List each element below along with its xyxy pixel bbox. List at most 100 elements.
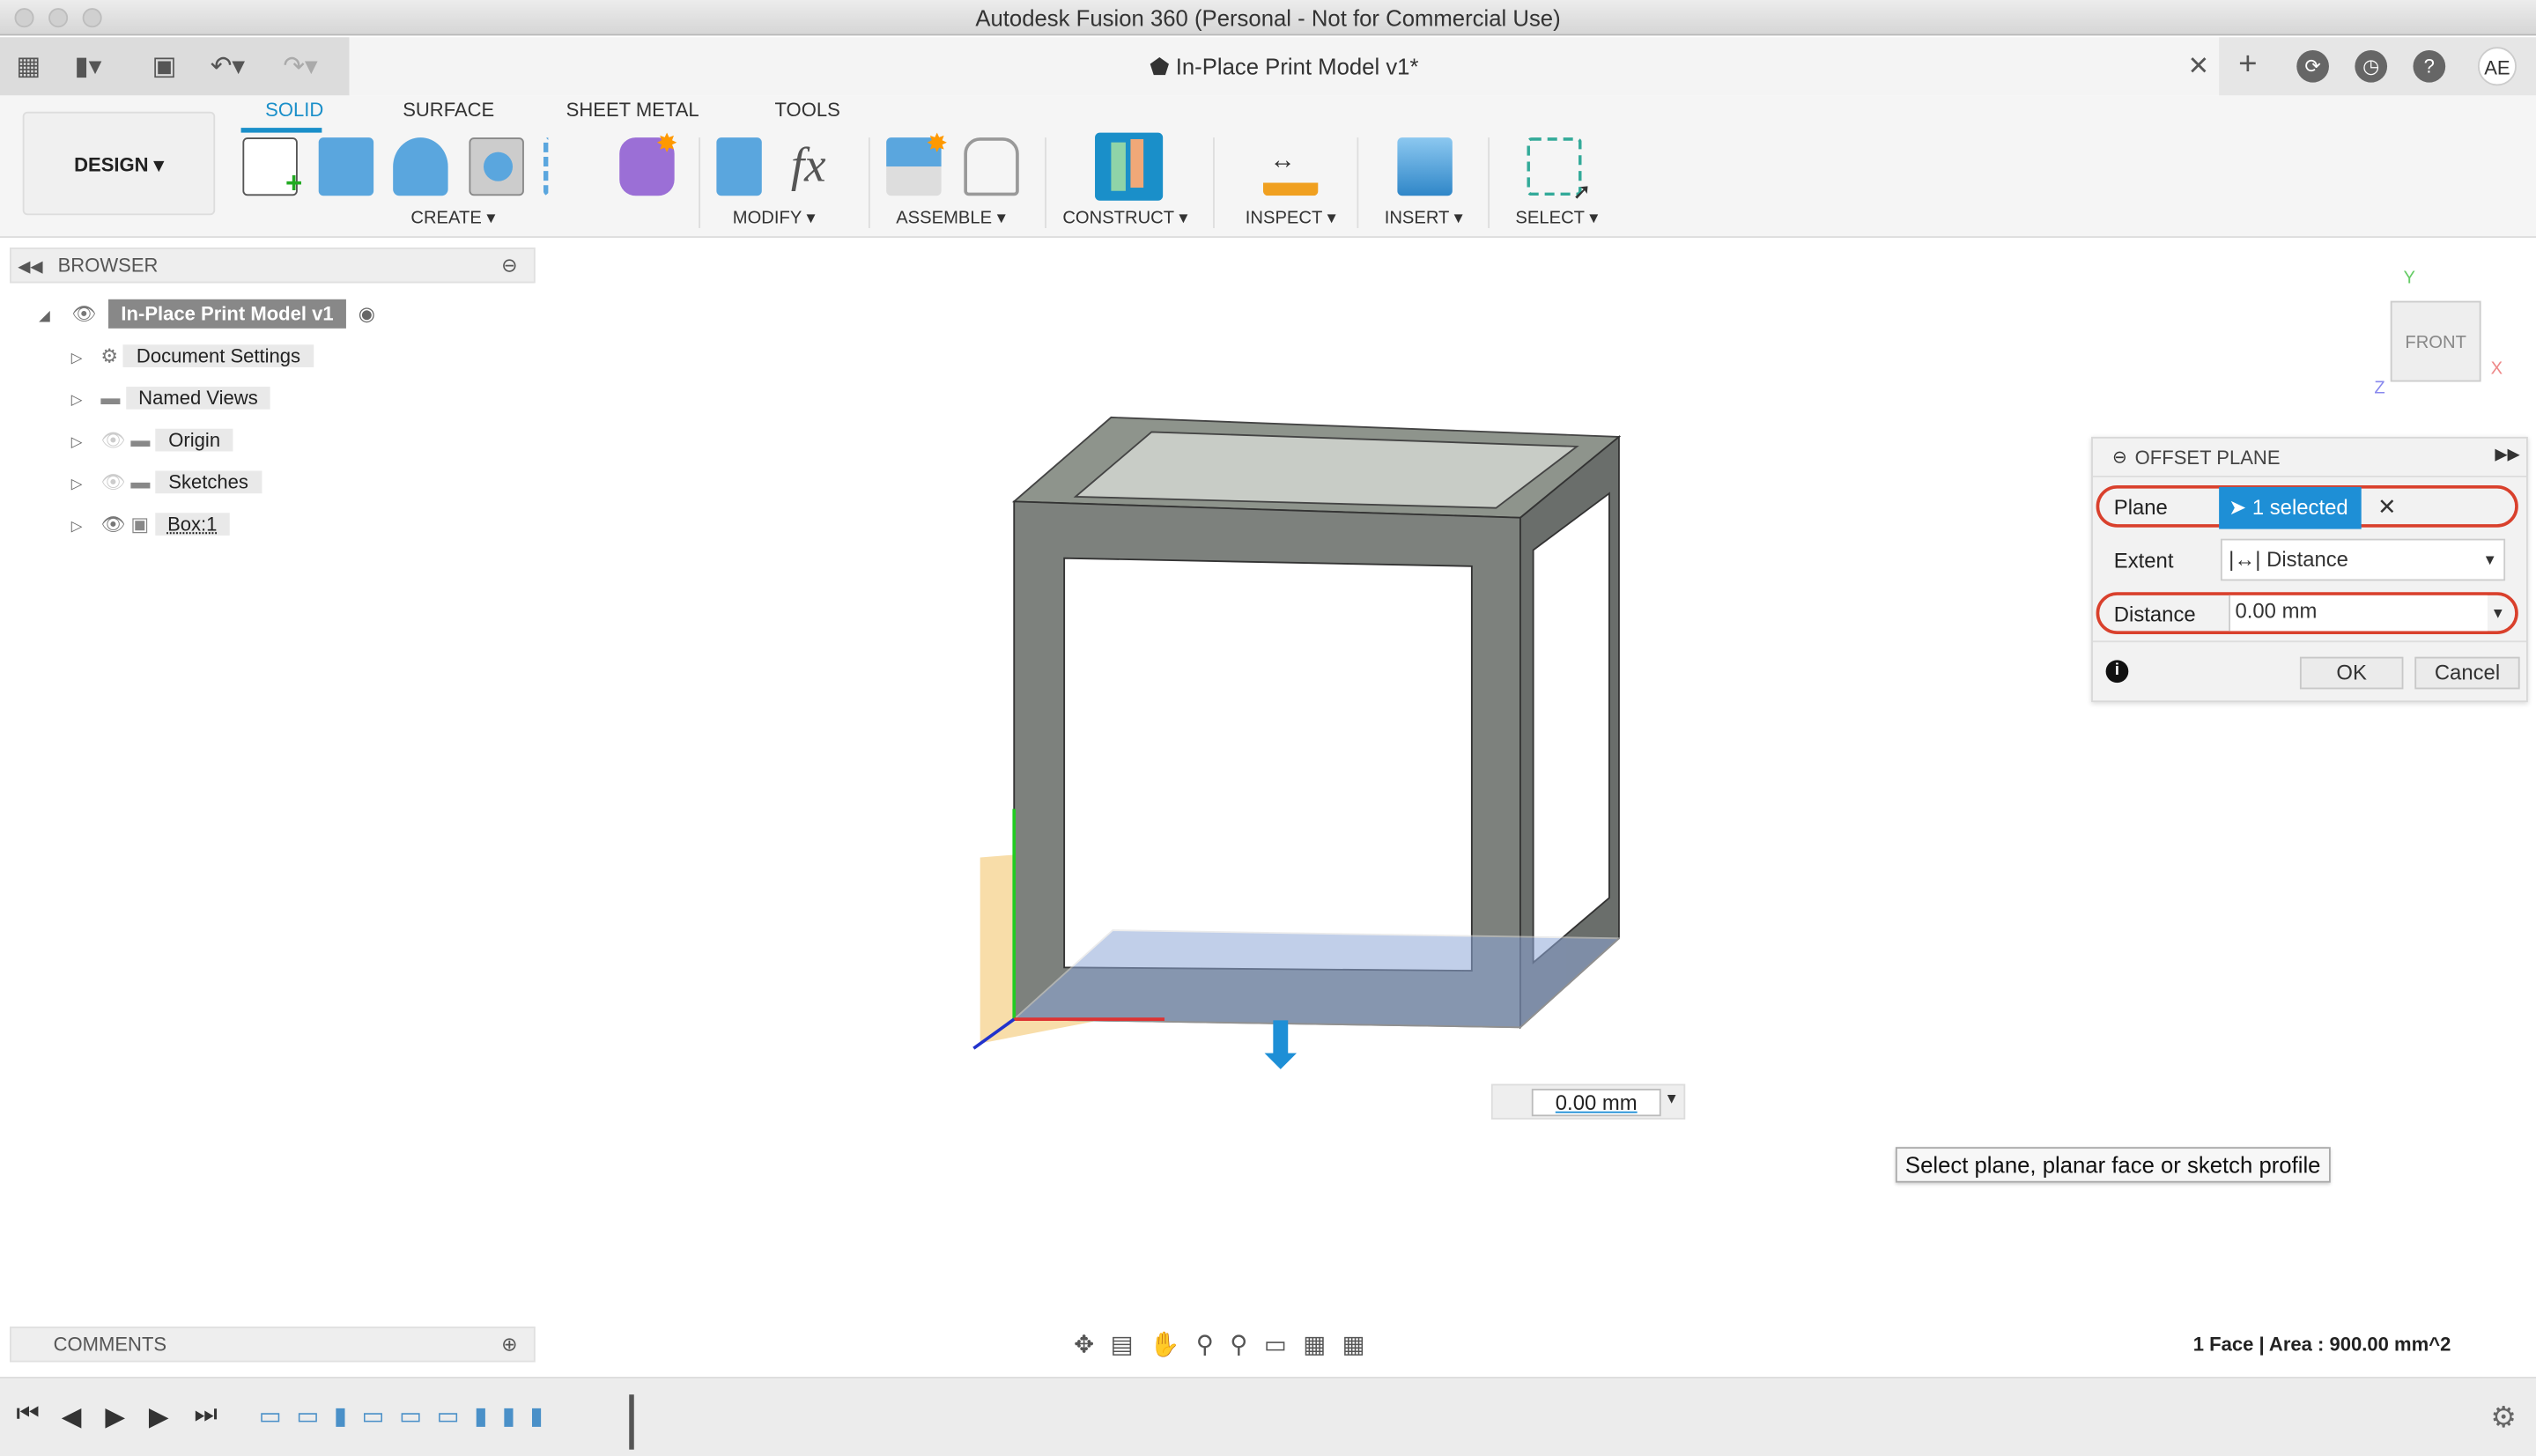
redo-icon[interactable]: ↷▾ (283, 50, 317, 83)
timeline-features[interactable]: ▭▭▮▭▭▭▮▮▮ (259, 1401, 558, 1430)
construct-plane-icon[interactable] (1095, 132, 1164, 201)
tab-sheet-metal[interactable]: SHEET METAL (566, 99, 699, 122)
visibility-eye-icon[interactable]: 👁 (100, 513, 125, 536)
box-top-opening (1073, 431, 1579, 509)
create-sketch-icon[interactable]: + (242, 137, 302, 199)
press-pull-icon[interactable] (716, 137, 762, 196)
new-component-icon[interactable]: ✸ (886, 131, 948, 196)
create-form-icon[interactable]: ✸ (619, 131, 677, 196)
timeline-marker[interactable] (629, 1394, 634, 1450)
new-tab-icon[interactable]: + (2238, 47, 2257, 84)
insert-image-icon[interactable] (1397, 137, 1453, 196)
modify-menu[interactable]: MODIFY ▾ (733, 207, 816, 228)
inspect-menu[interactable]: INSPECT ▾ (1246, 207, 1336, 228)
workspace-switcher[interactable]: DESIGN ▾ (22, 111, 216, 216)
extent-dropdown[interactable]: |↔| Distance ▼ (2220, 538, 2506, 581)
viewports-icon[interactable]: ▦ (1342, 1332, 1381, 1359)
joint-icon[interactable] (964, 137, 1019, 196)
header-actions: + ⟳ ◷ ? AE (2219, 37, 2536, 96)
browser-item-origin[interactable]: ▷ 👁 ▬ Origin (71, 424, 233, 456)
minimize-window-button[interactable] (48, 8, 69, 28)
browser-item-sketches[interactable]: ▷ 👁 ▬ Sketches (71, 466, 262, 499)
display-settings-icon[interactable]: ▭ (1264, 1332, 1303, 1359)
orbit-icon[interactable]: ✥ (1074, 1332, 1110, 1359)
clear-selection-icon[interactable]: ✕ (2377, 493, 2397, 521)
close-tab-icon[interactable]: ✕ (2187, 50, 2209, 83)
timeline-settings-icon[interactable]: ⚙ (2490, 1401, 2517, 1436)
selection-tooltip: Select plane, planar face or sketch prof… (1895, 1147, 2331, 1183)
comments-panel-header[interactable]: COMMENTS ⊕ (10, 1327, 536, 1363)
job-status-icon[interactable]: ⟳ (2296, 49, 2329, 83)
gear-icon: ⚙ (100, 344, 119, 367)
dropdown-arrow-icon[interactable]: ▼ (1664, 1090, 1678, 1106)
document-tab[interactable]: ⬟ In-Place Print Model v1* ✕ (349, 37, 2220, 96)
user-avatar[interactable]: AE (2477, 47, 2517, 86)
select-menu[interactable]: SELECT ▾ (1515, 207, 1598, 228)
grid-settings-icon[interactable]: ▦ (1303, 1332, 1342, 1359)
step-back-button[interactable]: ◀ (62, 1401, 82, 1434)
tab-tools[interactable]: TOOLS (774, 99, 839, 122)
select-icon[interactable]: ➚ (1527, 137, 1592, 203)
step-forward-button[interactable]: ▶ (149, 1401, 169, 1434)
comments-add-icon[interactable]: ⊕ (501, 1328, 517, 1361)
distance-manipulator-input[interactable]: 0.00 mm (1531, 1089, 1661, 1117)
construct-menu[interactable]: CONSTRUCT ▾ (1062, 207, 1187, 228)
dialog-expand-icon[interactable]: ▶▶ (2495, 447, 2519, 464)
browser-root-item[interactable]: ◢ 👁 In-Place Print Model v1 ◉ (39, 298, 375, 330)
browser-item-document-settings[interactable]: ▷ ⚙ Document Settings (71, 340, 314, 373)
close-window-button[interactable] (14, 8, 34, 28)
pattern-icon[interactable] (543, 137, 598, 196)
browser-title: BROWSER (57, 254, 159, 277)
view-cube[interactable]: FRONT Y X Z (2371, 269, 2517, 398)
view-cube-front[interactable]: FRONT (2390, 300, 2481, 382)
collapse-browser-icon[interactable]: ◀◀ (18, 259, 42, 277)
visibility-eye-icon[interactable]: 👁 (71, 302, 96, 325)
assemble-menu[interactable]: ASSEMBLE ▾ (896, 207, 1006, 228)
dialog-collapse-icon[interactable]: ⊖ (2112, 447, 2127, 468)
ok-button[interactable]: OK (2299, 656, 2404, 690)
browser-item-box[interactable]: ▷ 👁 ▣ Box:1 (71, 508, 231, 541)
box-right-opening (1532, 491, 1610, 965)
create-menu[interactable]: CREATE ▾ (410, 207, 495, 228)
browser-pin-icon[interactable]: ⊖ (501, 249, 517, 282)
offset-arrow-handle[interactable]: ⬇ (1253, 1009, 1308, 1082)
help-icon[interactable]: ? (2413, 49, 2446, 83)
fit-icon[interactable]: ⚲ (1230, 1332, 1264, 1359)
file-menu-icon[interactable]: ▮▾ (74, 50, 101, 83)
model-viewport[interactable]: ⬇ (954, 404, 1650, 1083)
tab-surface[interactable]: SURFACE (403, 99, 494, 122)
pan-icon[interactable]: ✋ (1150, 1332, 1196, 1359)
save-icon[interactable]: ▣ (152, 50, 177, 83)
hidden-eye-icon[interactable]: 👁 (100, 470, 125, 493)
comments-title: COMMENTS (53, 1333, 167, 1356)
distance-dropdown-icon[interactable]: ▼ (2491, 605, 2505, 621)
tab-solid[interactable]: SOLID (265, 99, 323, 122)
parameters-icon[interactable]: fx (791, 137, 846, 196)
zoom-window-button[interactable] (82, 8, 102, 28)
active-tab-indicator (240, 128, 322, 133)
plane-selection-button[interactable]: ➤ 1 selected (2219, 486, 2362, 529)
activate-radio-icon[interactable]: ◉ (359, 302, 375, 325)
browser-header[interactable]: ◀◀ BROWSER ⊖ (10, 248, 536, 284)
undo-icon[interactable]: ↶▾ (211, 50, 245, 83)
revolve-icon[interactable] (393, 137, 448, 196)
insert-menu[interactable]: INSERT ▾ (1385, 207, 1463, 228)
info-icon[interactable]: i (2105, 660, 2129, 684)
distance-input[interactable]: 0.00 mm (2229, 595, 2488, 632)
root-component-label: In-Place Print Model v1 (107, 299, 347, 329)
browser-item-named-views[interactable]: ▷ ▬ Named Views (71, 381, 271, 414)
cancel-button[interactable]: Cancel (2414, 656, 2520, 690)
notifications-icon[interactable]: ◷ (2355, 49, 2388, 83)
apps-grid-icon[interactable]: ▦ (16, 50, 41, 83)
distance-manipulator-input-wrap: 0.00 mm ▼ (1490, 1083, 1686, 1120)
go-to-end-button[interactable]: ⏭ (194, 1401, 217, 1430)
zoom-icon[interactable]: ⚲ (1196, 1332, 1231, 1359)
play-button[interactable]: ▶ (105, 1401, 125, 1434)
look-at-icon[interactable]: ▤ (1111, 1332, 1150, 1359)
hidden-eye-icon[interactable]: 👁 (100, 429, 125, 452)
window-title: Autodesk Fusion 360 (Personal - Not for … (975, 4, 1561, 31)
extrude-icon[interactable] (318, 137, 374, 196)
go-to-start-button[interactable]: ⏮ (16, 1401, 39, 1430)
measure-icon[interactable]: ↔ (1262, 137, 1319, 196)
hole-icon[interactable] (469, 137, 524, 196)
